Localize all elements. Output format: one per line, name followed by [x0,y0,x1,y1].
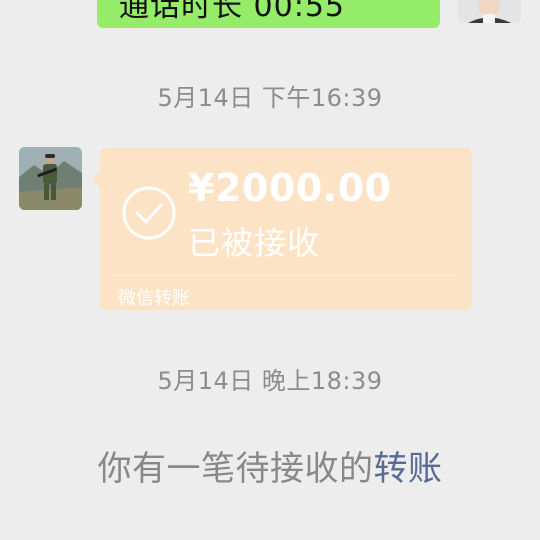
call-duration-bubble[interactable]: 通话时长 00:55 [97,0,440,28]
person-avatar-image [458,0,521,23]
transfer-status: 已被接收 [188,224,321,262]
soldier-avatar-image [19,147,82,210]
check-circle-icon [122,186,176,240]
timestamp: 5月14日 下午16:39 [157,84,383,112]
timestamp: 5月14日 晚上18:39 [157,367,383,395]
call-duration-text: 通话时长 00:55 [119,0,345,24]
transfer-link[interactable]: 转账 [374,449,443,489]
transfer-footer-label: 微信转账 [118,288,190,309]
pending-transfer-notice: 你有一笔待接收的转账 [0,441,540,490]
chat-screen: 通话时长 00:55 5月14日 下午16:39 ¥2000.00 已被接收 微… [0,0,540,540]
my-avatar[interactable] [458,0,521,23]
contact-avatar[interactable] [19,147,82,210]
notice-text: 你有一笔待接收的 [97,449,374,489]
card-divider [112,275,460,276]
transfer-amount: ¥2000.00 [188,166,392,210]
transfer-card[interactable]: ¥2000.00 已被接收 微信转账 [100,148,472,310]
